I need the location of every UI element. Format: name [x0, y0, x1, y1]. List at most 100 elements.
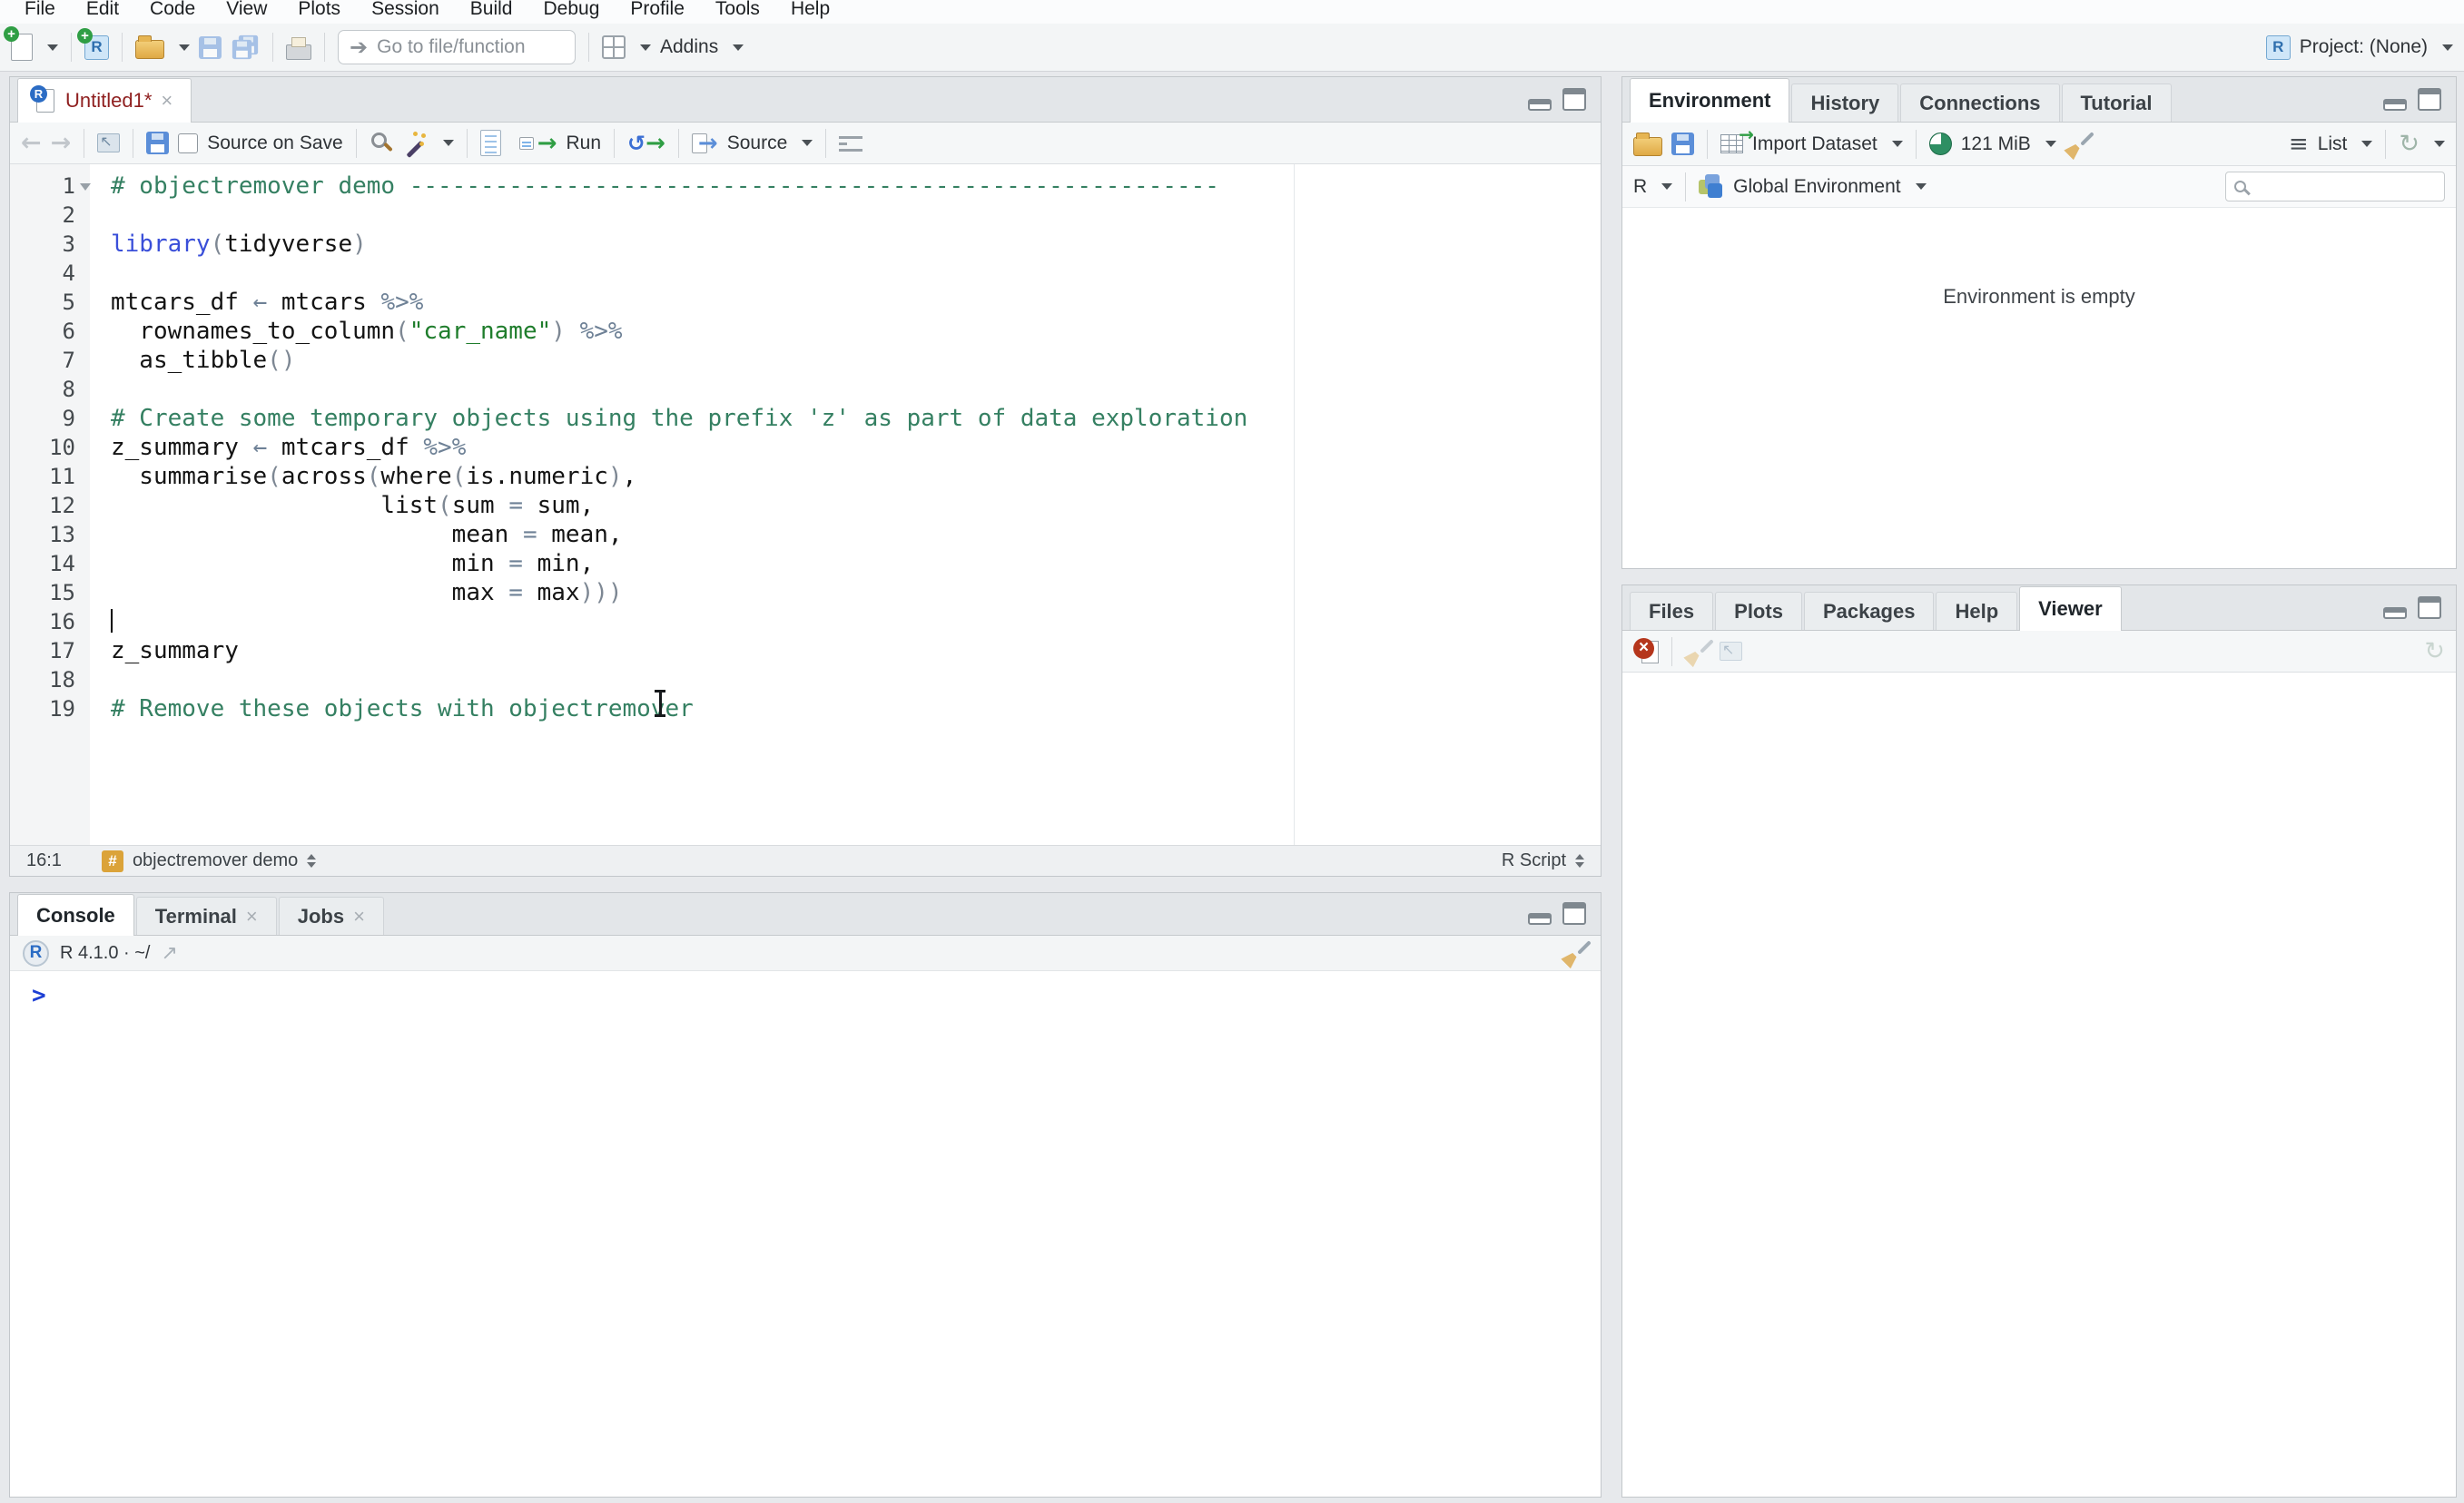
compile-report-icon[interactable] — [479, 130, 501, 156]
code-line[interactable]: min = min, — [111, 549, 1601, 578]
import-dataset-icon[interactable]: → — [1720, 123, 1754, 153]
code-line[interactable] — [111, 607, 1601, 636]
code-line[interactable]: z_summary — [111, 636, 1601, 665]
environment-search-input[interactable] — [2253, 176, 2417, 197]
section-updown-icon[interactable] — [307, 854, 317, 868]
tab-terminal[interactable]: Terminal × — [135, 897, 277, 935]
menu-edit[interactable]: Edit — [71, 0, 134, 23]
menu-help[interactable]: Help — [775, 0, 845, 23]
save-icon[interactable] — [199, 35, 222, 59]
project-selector[interactable]: Project: (None) — [2300, 36, 2428, 58]
menu-tools[interactable]: Tools — [700, 0, 775, 23]
tab-history[interactable]: History — [1791, 84, 1899, 122]
refresh-dropdown-icon[interactable] — [2434, 141, 2445, 147]
find-replace-icon[interactable] — [370, 133, 394, 153]
goto-file-function-input[interactable] — [377, 36, 550, 58]
import-dataset-button[interactable]: Import Dataset — [1752, 133, 1878, 155]
document-outline-icon[interactable] — [839, 134, 863, 152]
addins-dropdown-icon[interactable] — [733, 44, 744, 51]
tab-packages[interactable]: Packages — [1803, 592, 1935, 630]
menu-debug[interactable]: Debug — [527, 0, 615, 23]
list-view-label[interactable]: List — [2318, 133, 2348, 155]
source-icon[interactable]: → — [691, 130, 718, 157]
code-line[interactable]: rownames_to_column("car_name") %>% — [111, 317, 1601, 346]
minimize-pane-icon[interactable] — [1528, 99, 1552, 111]
console-body[interactable]: > — [10, 971, 1601, 1497]
code-line[interactable] — [111, 665, 1601, 694]
run-icon[interactable]: → — [518, 130, 557, 157]
import-dataset-dropdown-icon[interactable] — [1891, 141, 1903, 147]
code-line[interactable]: # Create some temporary objects using th… — [111, 404, 1601, 433]
refresh-icon[interactable]: ↻ — [2399, 130, 2420, 158]
maximize-pane-icon[interactable] — [2418, 88, 2441, 111]
scope-dropdown-icon[interactable] — [1915, 183, 1927, 190]
code-line[interactable]: # Remove these objects with objectremove… — [111, 694, 1601, 723]
code-line[interactable]: max = max))) — [111, 578, 1601, 607]
project-dropdown-icon[interactable] — [2442, 44, 2453, 51]
open-file-dropdown-icon[interactable] — [179, 44, 190, 51]
code-editor[interactable]: 1 2 3 4 5 6 7 8 9 10 11 12 13 14 15 16 17 18 19 # objectre… — [10, 164, 1601, 845]
memory-usage-dropdown-icon[interactable] — [2045, 141, 2056, 147]
language-dropdown-icon[interactable] — [1661, 183, 1673, 190]
print-icon[interactable] — [286, 35, 311, 60]
menu-code[interactable]: Code — [134, 0, 211, 23]
back-icon[interactable]: ← — [21, 129, 42, 157]
clear-console-icon[interactable] — [1562, 939, 1588, 967]
open-file-icon[interactable] — [135, 35, 164, 59]
tab-jobs[interactable]: Jobs × — [278, 897, 384, 935]
code-line[interactable] — [111, 201, 1601, 230]
source-dropdown-icon[interactable] — [802, 140, 813, 146]
maximize-pane-icon[interactable] — [1562, 902, 1586, 925]
code-line[interactable]: z_summary ← mtcars_df %>% — [111, 433, 1601, 462]
menu-session[interactable]: Session — [356, 0, 455, 23]
menu-build[interactable]: Build — [455, 0, 528, 23]
code-line[interactable]: as_tibble() — [111, 346, 1601, 375]
maximize-pane-icon[interactable] — [1562, 88, 1586, 111]
file-type-updown-icon[interactable] — [1575, 854, 1584, 868]
tab-plots[interactable]: Plots — [1715, 592, 1802, 630]
minimize-pane-icon[interactable] — [1528, 913, 1552, 925]
minimize-pane-icon[interactable] — [2383, 99, 2407, 111]
menu-plots[interactable]: Plots — [282, 0, 356, 23]
rerun-icon[interactable]: ↺ → — [627, 130, 665, 157]
code-line[interactable] — [111, 259, 1601, 288]
viewer-refresh-icon[interactable]: ↻ — [2424, 637, 2445, 665]
source-button[interactable]: Source — [727, 133, 788, 154]
stop-viewer-icon[interactable] — [1633, 637, 1659, 665]
memory-usage-label[interactable]: 121 MiB — [1961, 133, 2031, 155]
section-selector[interactable]: objectremover demo — [133, 850, 298, 871]
list-view-dropdown-icon[interactable] — [2361, 141, 2373, 147]
save-workspace-icon[interactable] — [1671, 133, 1694, 155]
tab-help[interactable]: Help — [1936, 592, 2018, 630]
scope-selector[interactable]: Global Environment — [1733, 176, 1900, 198]
goto-file-function-box[interactable]: ➔ — [338, 30, 576, 64]
code-line[interactable]: mtcars_df ← mtcars %>% — [111, 288, 1601, 317]
menu-file[interactable]: File — [9, 0, 71, 23]
show-in-new-window-icon[interactable] — [97, 133, 121, 152]
close-tab-icon[interactable]: × — [161, 89, 172, 113]
run-button[interactable]: Run — [566, 133, 601, 154]
code-line[interactable] — [111, 375, 1601, 404]
code-line[interactable]: mean = mean, — [111, 520, 1601, 549]
clear-viewer-icon[interactable] — [1685, 638, 1710, 665]
tab-tutorial[interactable]: Tutorial — [2061, 84, 2172, 122]
minimize-pane-icon[interactable] — [2383, 607, 2407, 619]
tab-environment[interactable]: Environment — [1630, 78, 1790, 123]
viewer-new-window-icon[interactable] — [1720, 641, 1742, 661]
tab-untitled1[interactable]: Untitled1* × — [17, 78, 192, 123]
tab-files[interactable]: Files — [1630, 592, 1714, 630]
code-line[interactable]: library(tidyverse) — [111, 230, 1601, 259]
source-on-save-checkbox[interactable] — [178, 133, 199, 153]
tab-connections[interactable]: Connections — [1900, 84, 2060, 122]
menu-profile[interactable]: Profile — [615, 0, 700, 23]
code-tools-dropdown-icon[interactable] — [442, 140, 454, 146]
code-tools-icon[interactable] — [403, 131, 429, 156]
open-directory-icon[interactable]: ↗ — [162, 942, 178, 965]
code-line[interactable]: list(sum = sum, — [111, 491, 1601, 520]
new-file-icon[interactable] — [4, 26, 33, 61]
language-selector[interactable]: R — [1633, 176, 1647, 198]
tab-console[interactable]: Console — [17, 894, 134, 936]
save-document-icon[interactable] — [146, 132, 170, 154]
forward-icon[interactable]: → — [51, 129, 72, 157]
new-file-dropdown-icon[interactable] — [47, 44, 58, 51]
